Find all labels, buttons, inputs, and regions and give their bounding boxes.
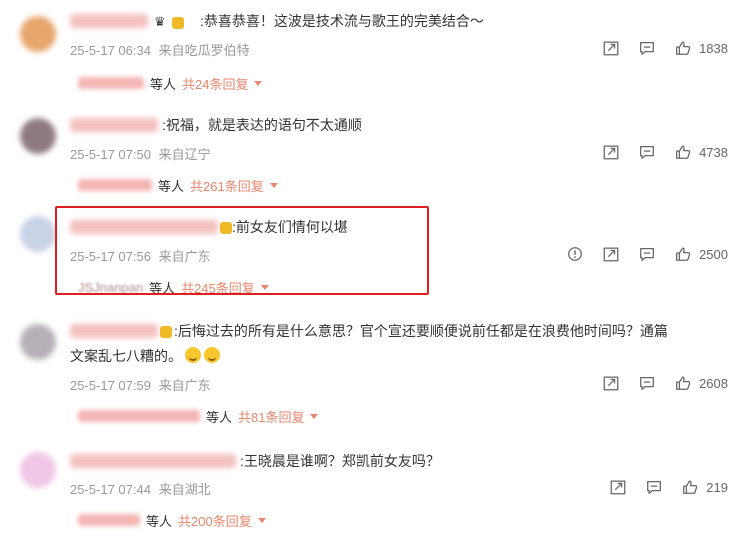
thumbs-up-icon[interactable] <box>673 244 693 264</box>
like-count: 2500 <box>699 246 728 262</box>
smile-emoji-icon <box>204 347 220 363</box>
fan-badge-icon <box>160 326 172 338</box>
reply-people-label: 等人 <box>206 409 233 425</box>
forward-icon[interactable] <box>601 142 621 162</box>
action-bar: 4738 <box>601 141 728 163</box>
forward-icon[interactable] <box>601 373 621 393</box>
like-button[interactable]: 219 <box>680 477 728 497</box>
like-button[interactable]: 1838 <box>673 38 728 58</box>
highlight-box <box>55 206 429 295</box>
thumbs-up-icon[interactable] <box>673 38 693 58</box>
reply-user-names <box>78 179 152 191</box>
comment-icon[interactable] <box>644 477 664 497</box>
comment-text: :王晓晨是谁啊？郑凯前女友吗？ <box>240 453 440 469</box>
comment-icon[interactable] <box>637 373 657 393</box>
comment-time: 25-5-17 06:34 <box>70 43 151 58</box>
comment-text: :后悔过去的所有是什么意思？官个宣还要顺便说前任都是在浪费他时间吗？通篇 <box>174 323 668 339</box>
reply-summary[interactable]: 等人 共24条回复 <box>78 74 263 93</box>
thumbs-up-icon[interactable] <box>680 477 700 497</box>
comment-text: :祝福，就是表达的语句不太通顺 <box>162 117 362 133</box>
reply-count-link[interactable]: 共24条回复 <box>182 74 248 93</box>
comment-text-line2: 文案乱七八糟的。 <box>70 348 182 364</box>
reply-summary[interactable]: 等人 共81条回复 <box>78 407 319 426</box>
forward-icon[interactable] <box>608 477 628 497</box>
like-button[interactable]: 2608 <box>673 373 728 393</box>
forward-icon[interactable] <box>601 38 621 58</box>
chevron-down-icon[interactable] <box>257 517 266 523</box>
reply-summary[interactable]: 等人 共200条回复 <box>78 511 266 529</box>
reply-user-names <box>78 77 144 89</box>
avatar[interactable] <box>20 452 56 488</box>
reply-summary[interactable]: 等人 共261条回复 <box>78 176 278 194</box>
username[interactable] <box>70 324 158 338</box>
comment-source: 来自吃瓜罗伯特 <box>158 43 250 58</box>
comment-meta: 25-5-17 07:50 来自辽宁 <box>70 144 211 163</box>
reply-count-link[interactable]: 共261条回复 <box>190 176 264 195</box>
fan-badge-icon <box>172 17 184 29</box>
username[interactable] <box>70 454 236 468</box>
reply-people-label: 等人 <box>150 76 177 92</box>
like-count: 2608 <box>699 375 728 391</box>
comment-meta: 25-5-17 06:34 来自吃瓜罗伯特 <box>70 40 250 59</box>
chevron-down-icon[interactable] <box>310 413 319 419</box>
info-icon[interactable] <box>565 244 585 264</box>
reply-user-names <box>78 410 200 422</box>
reply-people-label: 等人 <box>158 178 185 194</box>
comment-meta: 25-5-17 07:44 来自湖北 <box>70 479 211 498</box>
action-bar: 219 <box>608 476 728 498</box>
comment-time: 25-5-17 07:50 <box>70 147 151 162</box>
comment-icon[interactable] <box>637 244 657 264</box>
action-bar: 1838 <box>601 37 728 59</box>
chevron-down-icon[interactable] <box>254 80 263 86</box>
comment-icon[interactable] <box>637 142 657 162</box>
comment-time: 25-5-17 07:44 <box>70 482 151 497</box>
comment-source: 来自湖北 <box>158 482 211 497</box>
thumbs-up-icon[interactable] <box>673 373 693 393</box>
reply-count-link[interactable]: 共81条回复 <box>238 407 304 426</box>
comment-text-continued: 文案乱七八糟的。 <box>70 346 220 366</box>
avatar[interactable] <box>20 324 56 360</box>
reply-count-link[interactable]: 共200条回复 <box>178 511 252 530</box>
action-bar: 2500 <box>565 243 728 265</box>
reply-people-label: 等人 <box>146 513 173 529</box>
avatar[interactable] <box>20 16 56 52</box>
comment-source: 来自辽宁 <box>158 147 211 162</box>
username[interactable] <box>70 14 148 28</box>
comment-source: 来自广东 <box>158 378 211 393</box>
reply-user-names <box>78 514 140 526</box>
verified-crown-icon: ♛ <box>154 14 166 29</box>
thumbs-up-icon[interactable] <box>673 142 693 162</box>
comment-text: :恭喜恭喜！这波是技术流与歌王的完美结合～ <box>200 13 484 29</box>
avatar[interactable] <box>20 216 56 252</box>
forward-icon[interactable] <box>601 244 621 264</box>
action-bar: 2608 <box>601 372 728 394</box>
username[interactable] <box>70 118 158 132</box>
comment-time: 25-5-17 07:59 <box>70 378 151 393</box>
avatar[interactable] <box>20 118 56 154</box>
like-count: 1838 <box>699 40 728 56</box>
like-count: 219 <box>706 479 728 495</box>
like-count: 4738 <box>699 144 728 160</box>
comment-meta: 25-5-17 07:59 来自广东 <box>70 375 211 394</box>
like-button[interactable]: 4738 <box>673 142 728 162</box>
like-button[interactable]: 2500 <box>673 244 728 264</box>
comment-icon[interactable] <box>637 38 657 58</box>
smile-emoji-icon <box>185 347 201 363</box>
chevron-down-icon[interactable] <box>269 182 278 188</box>
